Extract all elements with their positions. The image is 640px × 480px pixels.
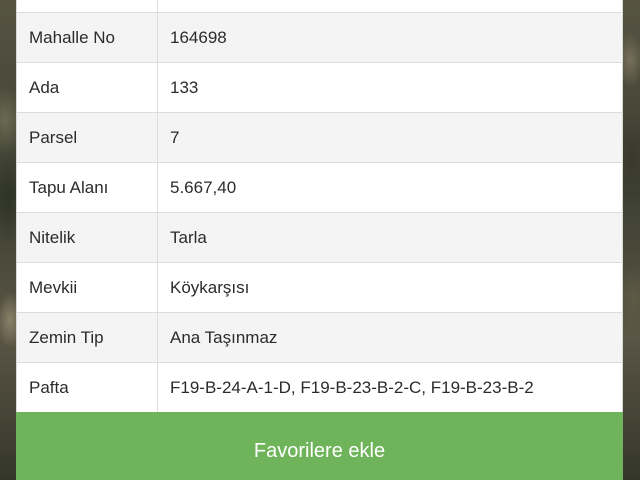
row-label: Mahalle No — [17, 13, 158, 62]
table-row-nitelik: Nitelik Tarla — [17, 213, 622, 263]
table-row-mahalle-no: Mahalle No 164698 — [17, 13, 622, 63]
row-value: 164698 — [170, 27, 227, 47]
row-value: 5.667,40 — [170, 177, 237, 197]
row-value: Köykarşısı — [170, 277, 250, 297]
row-label: Ada — [17, 63, 158, 112]
table-row-ada: Ada 133 — [17, 63, 622, 113]
row-value: F19-B-24-A-1-D, F19-B-23-B-2-C, F19-B-23… — [170, 378, 534, 397]
table-row-mevkii: Mevkii Köykarşısı — [17, 263, 622, 313]
row-label — [17, 0, 158, 12]
parcel-info-table: Mahalle No 164698 Ada 133 Parsel 7 Tapu … — [16, 0, 623, 414]
row-label: Tapu Alanı — [17, 163, 158, 212]
row-value: Tarla — [170, 227, 207, 247]
row-label: Nitelik — [17, 213, 158, 262]
row-value: 7 — [170, 127, 180, 147]
row-value: 133 — [170, 77, 199, 97]
row-value: Ana Taşınmaz — [170, 327, 278, 347]
table-row-zemin-tip: Zemin Tip Ana Taşınmaz — [17, 313, 622, 363]
table-row-partial — [17, 0, 622, 13]
table-row-tapu-alani: Tapu Alanı 5.667,40 — [17, 163, 622, 213]
row-label: Pafta — [17, 363, 158, 413]
row-label: Parsel — [17, 113, 158, 162]
table-row-parsel: Parsel 7 — [17, 113, 622, 163]
row-label: Zemin Tip — [17, 313, 158, 362]
row-label: Mevkii — [17, 263, 158, 312]
row-value — [158, 0, 622, 12]
table-row-pafta: Pafta F19-B-24-A-1-D, F19-B-23-B-2-C, F1… — [17, 363, 622, 413]
add-to-favorites-button[interactable]: Favorilere ekle — [16, 412, 623, 480]
